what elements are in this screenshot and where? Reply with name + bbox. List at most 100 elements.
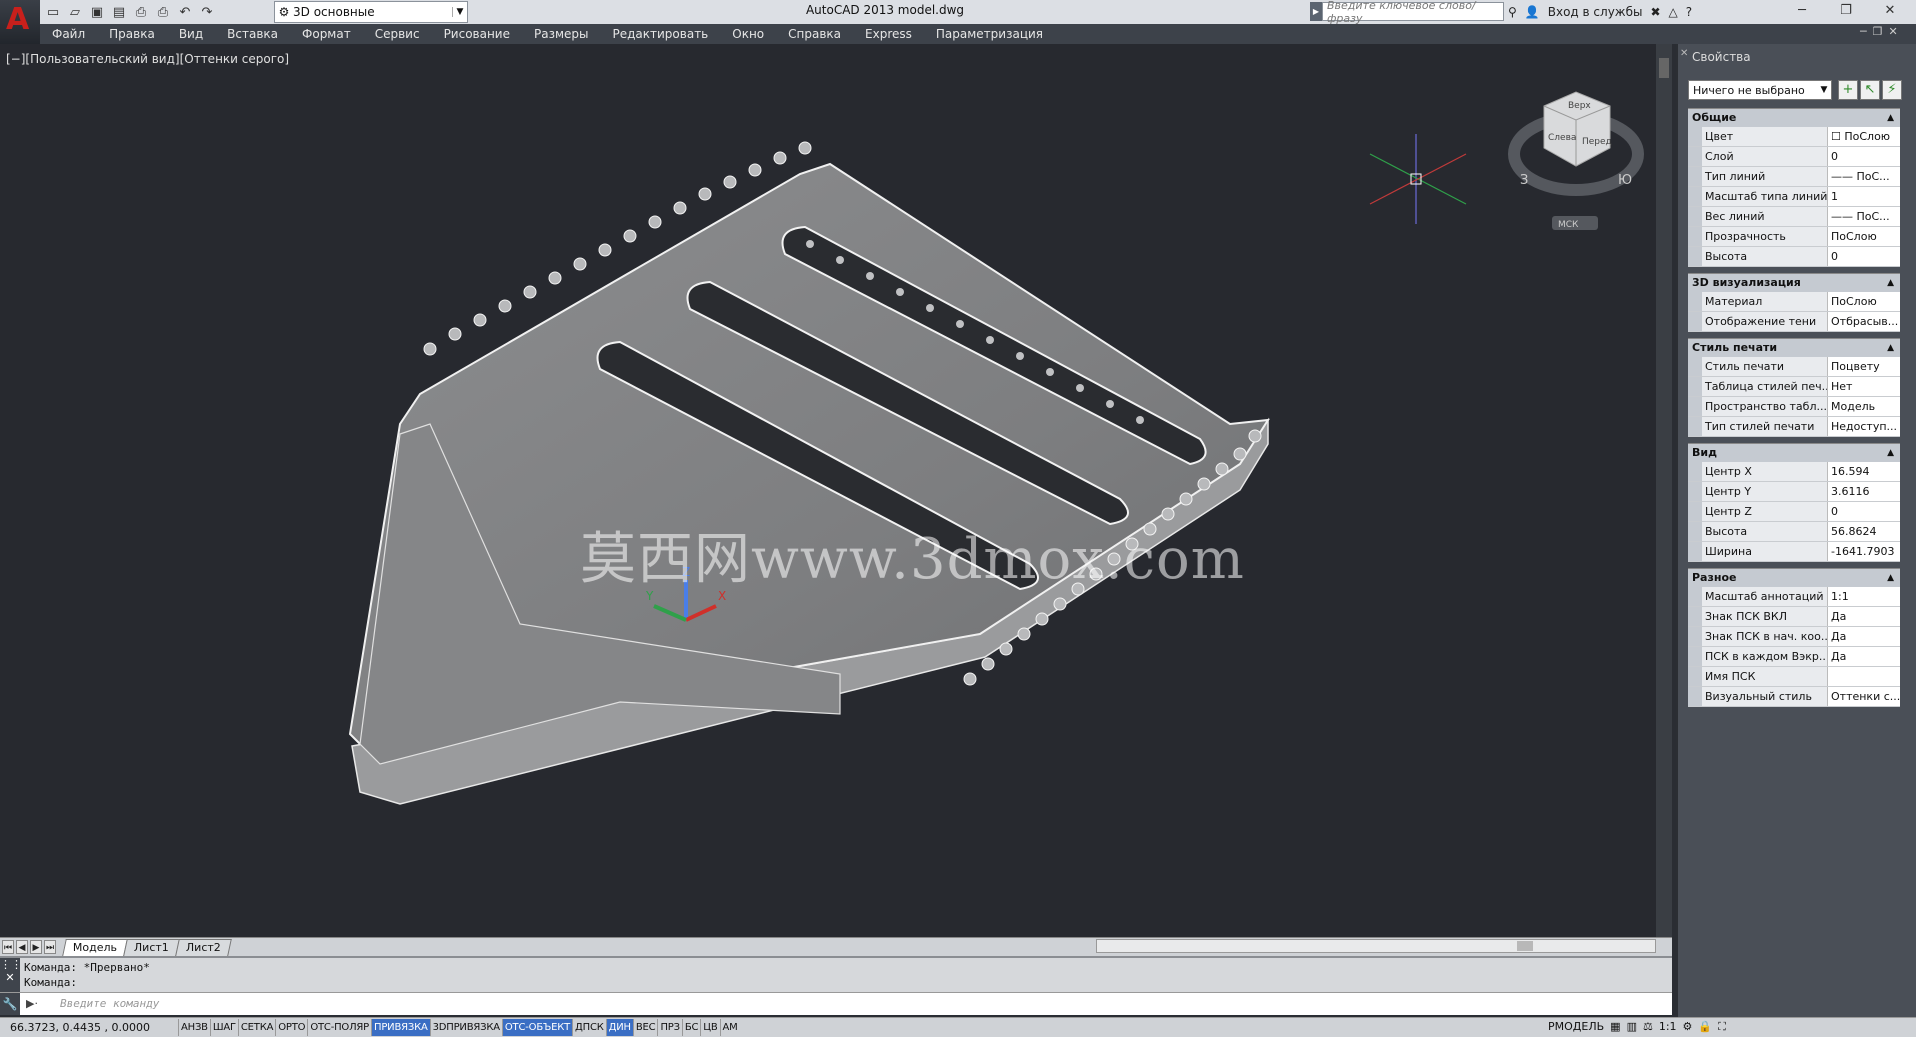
select-objects-icon[interactable]: ↖ (1860, 80, 1880, 100)
property-row[interactable]: Тип стилей печати Недоступ... (1688, 417, 1900, 437)
status-toggle-otrack[interactable]: ОТС-ОБЪЕКТ (501, 1019, 573, 1036)
help-icon[interactable]: ? (1686, 5, 1692, 19)
doc-minimize-icon[interactable]: ─ (1860, 25, 1867, 38)
menu-file[interactable]: Файл (40, 24, 97, 44)
property-row[interactable]: Знак ПСК в нач. коо... Да (1688, 627, 1900, 647)
annotation-scale[interactable]: 1:1 (1659, 1020, 1677, 1033)
property-row[interactable]: Знак ПСК ВКЛ Да (1688, 607, 1900, 627)
property-row[interactable]: Вес линий —— ПоС... (1688, 207, 1900, 227)
property-row[interactable]: Центр Z0 (1688, 502, 1900, 522)
status-toggle-ortho[interactable]: ОРТО (275, 1019, 307, 1036)
model-space-button[interactable]: РМОДЕЛЬ (1548, 1020, 1604, 1033)
search-expand-icon[interactable]: ▶ (1310, 2, 1322, 21)
status-toggle-ducs[interactable]: ДПСК (572, 1019, 606, 1036)
drawing-viewport[interactable]: Z X Y Верх Слева Перед З Ю МСК [−][Польз… (0, 44, 1656, 937)
palette-close-icon[interactable]: ✕ (1680, 48, 1688, 59)
status-toggle-am[interactable]: АМ (719, 1019, 740, 1036)
menu-express[interactable]: Express (853, 24, 924, 44)
doc-restore-icon[interactable]: ❐ (1873, 25, 1883, 38)
save-as-icon[interactable]: ▤ (110, 3, 128, 21)
property-row[interactable]: Высота 0 (1688, 247, 1900, 267)
lock-icon[interactable]: 🔒 (1698, 1020, 1712, 1033)
status-toggle-infer[interactable]: АНЗВ (178, 1019, 210, 1036)
prev-tab-icon[interactable]: ◀ (16, 940, 28, 954)
property-row[interactable]: Высота 56.8624 (1688, 522, 1900, 542)
status-toggle-qp[interactable]: БС (681, 1019, 700, 1036)
property-row[interactable]: Прозрачность ПоСлою (1688, 227, 1900, 247)
command-input[interactable]: 🔧 ▶· Введите команду (0, 992, 1672, 1015)
last-tab-icon[interactable]: ⏭ (44, 940, 56, 954)
save-icon[interactable]: ▣ (88, 3, 106, 21)
property-row[interactable]: Центр X 16.594 (1688, 462, 1900, 482)
menu-help[interactable]: Справка (776, 24, 853, 44)
menu-view[interactable]: Вид (167, 24, 215, 44)
signin-link[interactable]: Вход в службы (1548, 5, 1643, 19)
hscroll-thumb[interactable] (1517, 941, 1533, 951)
wrench-icon[interactable]: 🔧 (0, 993, 20, 1015)
status-toggle-polar[interactable]: ОТС-ПОЛЯР (307, 1019, 371, 1036)
workspace-switch-icon[interactable]: ⚙ (1683, 1020, 1693, 1033)
menu-parametric[interactable]: Параметризация (924, 24, 1055, 44)
exchange-icon[interactable]: ✖ (1650, 5, 1660, 19)
status-toggle-sc[interactable]: ЦВ (700, 1019, 719, 1036)
quick-view-drawings-icon[interactable]: ▥ (1627, 1020, 1637, 1033)
user-icon[interactable]: 👤 (1525, 5, 1540, 19)
status-toggle-lwt[interactable]: ВЕС (632, 1019, 658, 1036)
first-tab-icon[interactable]: ⏮ (2, 940, 14, 954)
annotation-scale-icon[interactable]: ⚖ (1643, 1020, 1653, 1033)
property-row[interactable]: Отображение тени Отбрасыв... (1688, 312, 1900, 332)
next-tab-icon[interactable]: ▶ (30, 940, 42, 954)
new-file-icon[interactable]: ▭ (44, 3, 62, 21)
status-toggle-osnap[interactable]: ПРИВЯЗКА (371, 1019, 430, 1036)
tab-sheet2[interactable]: Лист2 (175, 938, 232, 956)
property-row[interactable]: Стиль печати Поцвету (1688, 357, 1900, 377)
property-row[interactable]: ПСК в каждом Вэкр... Да (1688, 647, 1900, 667)
undo-icon[interactable]: ↶ (176, 3, 194, 21)
property-row[interactable]: Масштаб типа линий 1 (1688, 187, 1900, 207)
property-row[interactable]: Центр Y 3.6116 (1688, 482, 1900, 502)
quick-select-icon[interactable]: ⚡ (1882, 80, 1902, 100)
doc-close-icon[interactable]: ✕ (1889, 25, 1898, 38)
tab-sheet1[interactable]: Лист1 (123, 938, 180, 956)
menu-edit[interactable]: Правка (97, 24, 167, 44)
fullscreen-icon[interactable]: ⛶ (1718, 1020, 1726, 1034)
property-row[interactable]: Слой 0 (1688, 147, 1900, 167)
quick-view-layouts-icon[interactable]: ▦ (1610, 1020, 1620, 1033)
viewport-controls-label[interactable]: [−][Пользовательский вид][Оттенки серого… (6, 52, 289, 66)
open-folder-icon[interactable]: ▱ (66, 3, 84, 21)
section-general[interactable]: Общие ▲ (1688, 108, 1900, 127)
section-misc[interactable]: Разное ▲ (1688, 568, 1900, 587)
section-plot-style[interactable]: Стиль печати ▲ (1688, 338, 1900, 357)
status-toggle-dyn[interactable]: ДИН (605, 1019, 633, 1036)
section-3d-visualization[interactable]: 3D визуализация ▲ (1688, 273, 1900, 292)
toggle-pickadd-icon[interactable]: + (1838, 80, 1858, 100)
maximize-icon[interactable]: ❐ (1824, 0, 1868, 22)
property-row[interactable]: Визуальный стиль Оттенки с... (1688, 687, 1900, 707)
redo-icon[interactable]: ↷ (198, 3, 216, 21)
property-row[interactable]: Имя ПСК (1688, 667, 1900, 687)
horizontal-scrollbar[interactable] (1096, 939, 1656, 953)
close-icon[interactable]: ✕ (1868, 0, 1912, 22)
tab-model[interactable]: Модель (62, 938, 128, 956)
status-toggle-snap[interactable]: ШАГ (209, 1019, 238, 1036)
property-row[interactable]: Тип линий —— ПоС... (1688, 167, 1900, 187)
status-toggle-grid[interactable]: СЕТКА (237, 1019, 275, 1036)
search-input[interactable]: Введите ключевое слово/фразу (1322, 0, 1504, 25)
section-view[interactable]: Вид ▲ (1688, 443, 1900, 462)
status-toggle-3dosnap[interactable]: 3DПРИВЯЗКА (429, 1019, 502, 1036)
menu-dimension[interactable]: Размеры (522, 24, 601, 44)
application-menu-button[interactable]: A (0, 0, 40, 44)
selection-dropdown[interactable]: Ничего не выбрано ▼ (1688, 80, 1832, 100)
coordinates-display[interactable]: 66.3723, 0.4435 , 0.0000 (0, 1021, 178, 1034)
menu-tools[interactable]: Сервис (363, 24, 432, 44)
binoculars-icon[interactable]: ⚲ (1508, 5, 1517, 19)
command-line-grip[interactable]: ⋮⋮ ✕ (0, 958, 22, 994)
property-row[interactable]: Материал ПоСлою (1688, 292, 1900, 312)
status-toggle-tpy[interactable]: ПРЗ (657, 1019, 681, 1036)
scroll-thumb[interactable] (1659, 58, 1669, 78)
menu-draw[interactable]: Рисование (432, 24, 522, 44)
menu-format[interactable]: Формат (290, 24, 363, 44)
property-row[interactable]: Ширина -1641.7903 (1688, 542, 1900, 562)
plot-icon[interactable]: ⎙ (154, 3, 172, 21)
property-row[interactable]: Масштаб аннотаций 1:1 (1688, 587, 1900, 607)
